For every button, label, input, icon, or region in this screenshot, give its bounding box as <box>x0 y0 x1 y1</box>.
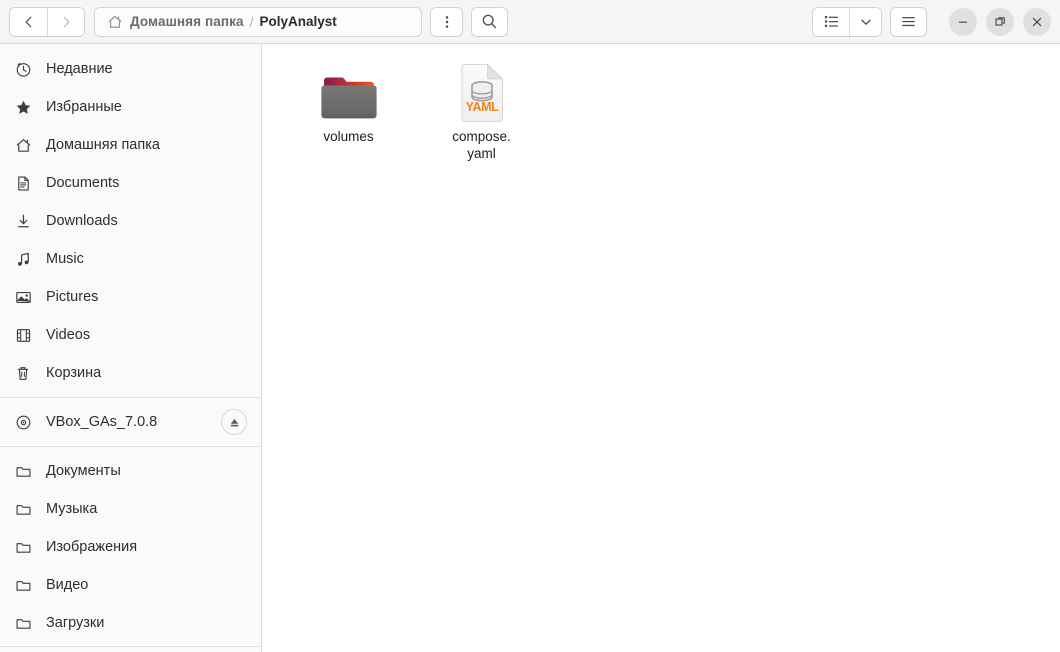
sidebar-item-videos-ru[interactable]: Видео <box>0 566 261 604</box>
file-icon-wrap: YAML <box>458 62 506 122</box>
sidebar-item-label: Корзина <box>46 365 247 381</box>
sidebar-item-pictures-en[interactable]: Pictures <box>0 278 261 316</box>
main-menu-button[interactable] <box>890 7 927 37</box>
sidebar-item-vbox-gas[interactable]: VBox_GAs_7.0.8 <box>0 403 261 441</box>
home-icon <box>106 13 123 30</box>
breadcrumb-current: PolyAnalyst <box>259 14 336 29</box>
disc-icon <box>14 413 32 431</box>
folder-icon <box>14 500 32 518</box>
folder-icon <box>321 74 377 122</box>
sidebar-item-label: Music <box>46 251 247 267</box>
minimize-icon <box>957 16 969 28</box>
close-button[interactable] <box>1023 8 1051 36</box>
file-item-compose-yaml[interactable]: YAML compose. yaml <box>415 58 548 170</box>
image-icon <box>14 288 32 306</box>
list-view-icon <box>823 13 840 30</box>
forward-button[interactable] <box>47 8 84 36</box>
restore-icon <box>994 15 1007 28</box>
breadcrumb-home-label: Домашняя папка <box>130 14 244 29</box>
file-label: volumes <box>323 129 373 146</box>
chevron-down-icon <box>859 15 873 29</box>
sidebar-item-label: Documents <box>46 175 247 191</box>
sidebar-item-starred[interactable]: Избранные <box>0 88 261 126</box>
sidebar-item-label: Видео <box>46 577 247 593</box>
file-grid[interactable]: volumes <box>262 44 1060 652</box>
sidebar-item-label: Загрузки <box>46 615 247 631</box>
sidebar-item-videos-en[interactable]: Videos <box>0 316 261 354</box>
database-cylinder-icon <box>472 82 492 101</box>
sidebar-item-music-en[interactable]: Music <box>0 240 261 278</box>
sidebar-item-pictures-ru[interactable]: Изображения <box>0 528 261 566</box>
file-label-line1: volumes <box>323 129 373 144</box>
breadcrumb-separator: / <box>250 14 254 30</box>
sidebar-item-label: Изображения <box>46 539 247 555</box>
film-icon <box>14 326 32 344</box>
file-label: compose. yaml <box>452 129 511 162</box>
trash-icon <box>14 364 32 382</box>
sidebar-item-recent[interactable]: Недавние <box>0 50 261 88</box>
sidebar-item-downloads-ru[interactable]: Загрузки <box>0 604 261 642</box>
sidebar-item-music-ru[interactable]: Музыка <box>0 490 261 528</box>
view-list-button[interactable] <box>813 8 849 36</box>
music-note-icon <box>14 250 32 268</box>
file-label-line1: compose. <box>452 129 511 144</box>
file-label-line2: yaml <box>452 146 511 163</box>
window-controls <box>949 8 1051 36</box>
folder-icon <box>14 576 32 594</box>
sidebar-item-label: Документы <box>46 463 247 479</box>
navigation-button-group <box>9 7 85 37</box>
folder-icon <box>14 614 32 632</box>
eject-icon <box>228 416 241 429</box>
clock-icon <box>14 60 32 78</box>
sidebar-item-trash[interactable]: Корзина <box>0 354 261 392</box>
sidebar-item-label: Недавние <box>46 61 247 77</box>
file-icon-wrap <box>321 62 377 122</box>
sidebar-item-label: Избранные <box>46 99 247 115</box>
maximize-button[interactable] <box>986 8 1014 36</box>
sidebar-item-label: Videos <box>46 327 247 343</box>
home-icon <box>14 136 32 154</box>
header-bar: Домашняя папка / PolyAnalyst <box>0 0 1060 44</box>
sidebar-item-home[interactable]: Домашняя папка <box>0 126 261 164</box>
view-mode-group <box>812 7 882 37</box>
minimize-button[interactable] <box>949 8 977 36</box>
back-button[interactable] <box>10 8 47 36</box>
document-icon <box>14 174 32 192</box>
breadcrumb[interactable]: Домашняя папка / PolyAnalyst <box>94 7 422 37</box>
search-button[interactable] <box>471 7 508 37</box>
sidebar-item-label: Pictures <box>46 289 247 305</box>
header-right-tools <box>812 7 1051 37</box>
sidebar-divider <box>0 397 261 398</box>
sidebar-bottom-divider <box>0 646 261 647</box>
yaml-file-icon: YAML <box>458 64 506 122</box>
svg-text:YAML: YAML <box>465 100 498 114</box>
star-icon <box>14 98 32 116</box>
sidebar-item-label: Музыка <box>46 501 247 517</box>
window-body: Недавние Избранные Дом <box>0 44 1060 652</box>
sidebar-item-label: Домашняя папка <box>46 137 247 153</box>
sidebar-item-label: VBox_GAs_7.0.8 <box>46 414 207 430</box>
file-item-volumes[interactable]: volumes <box>282 58 415 170</box>
sidebar-item-downloads-en[interactable]: Downloads <box>0 202 261 240</box>
view-options-dropdown-button[interactable] <box>849 8 881 36</box>
file-manager-window: Домашняя папка / PolyAnalyst <box>0 0 1060 652</box>
sidebar-item-label: Downloads <box>46 213 247 229</box>
sidebar-item-documents-en[interactable]: Documents <box>0 164 261 202</box>
sidebar: Недавние Избранные Дом <box>0 44 262 652</box>
sidebar-item-documents-ru[interactable]: Документы <box>0 452 261 490</box>
breadcrumb-home[interactable]: Домашняя папка <box>106 13 244 30</box>
folder-icon <box>14 462 32 480</box>
folder-icon <box>14 538 32 556</box>
download-icon <box>14 212 32 230</box>
options-menu-button[interactable] <box>430 7 463 37</box>
hamburger-menu-icon <box>900 13 917 30</box>
close-icon <box>1031 16 1043 28</box>
search-icon <box>481 13 498 30</box>
sidebar-divider <box>0 446 261 447</box>
vertical-dots-icon <box>439 14 455 30</box>
eject-button[interactable] <box>221 409 247 435</box>
